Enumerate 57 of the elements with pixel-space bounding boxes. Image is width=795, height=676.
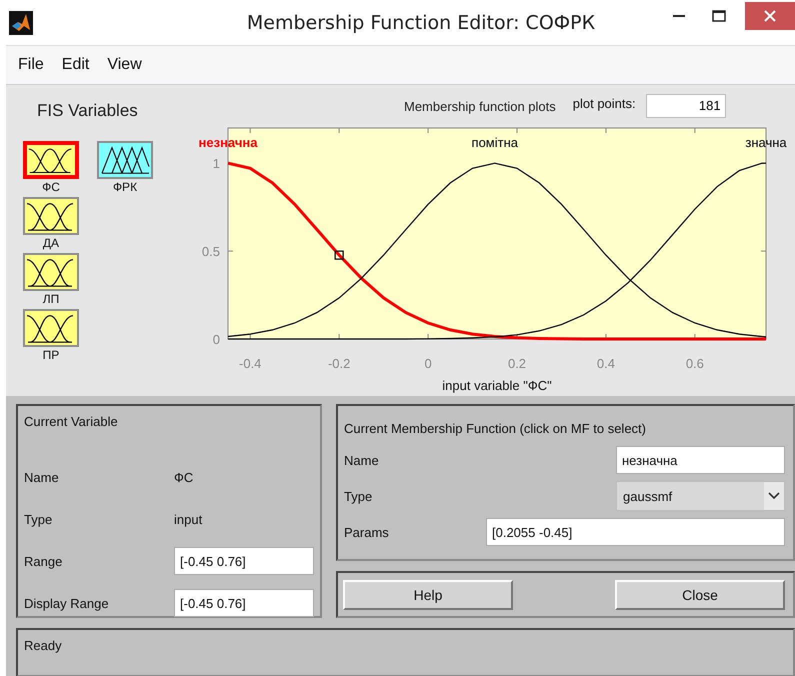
field-label: Type bbox=[344, 488, 374, 504]
field-label: Name bbox=[24, 470, 60, 484]
x-tick-label: 0.4 bbox=[596, 356, 615, 371]
y-tick-label: 1 bbox=[212, 156, 220, 172]
menu-item[interactable]: File bbox=[18, 56, 44, 74]
variable-label: ФС bbox=[42, 179, 60, 195]
menu-item[interactable]: View bbox=[107, 56, 142, 74]
membership-function-icon[interactable] bbox=[23, 197, 79, 235]
membership-function-icon[interactable] bbox=[97, 141, 153, 179]
variable-type: input bbox=[174, 512, 204, 526]
curve-label: незначна bbox=[198, 135, 258, 150]
minimize-icon bbox=[673, 14, 685, 18]
maximize-icon bbox=[712, 10, 726, 22]
x-tick-label: 0.6 bbox=[686, 356, 704, 371]
variable-name: ФС bbox=[174, 470, 194, 484]
variable-label: ФРК bbox=[112, 179, 138, 195]
x-axis-label: input variable "ФС" bbox=[442, 378, 552, 393]
membership-function-icon[interactable] bbox=[23, 309, 79, 347]
app-logo-icon bbox=[9, 10, 33, 34]
dialog-button[interactable]: Help bbox=[343, 580, 513, 610]
close-button[interactable] bbox=[745, 2, 795, 30]
window-title: Membership Function Editor: СОФРК bbox=[246, 12, 596, 34]
plot-points-field[interactable]: 181 bbox=[646, 94, 726, 118]
membership-function-icon[interactable] bbox=[23, 141, 79, 179]
field-label: Type bbox=[24, 512, 54, 526]
plot-points-label: plot points: bbox=[572, 96, 636, 110]
field-label: Range bbox=[24, 554, 64, 568]
mf-name-field[interactable]: незначна bbox=[616, 446, 785, 474]
x-tick-label: 0.2 bbox=[508, 356, 526, 371]
variable-label: ДА bbox=[42, 235, 60, 251]
dialog-button[interactable]: Close bbox=[615, 580, 785, 610]
panel-title: Current Variable bbox=[24, 414, 119, 429]
y-tick-label: 0.5 bbox=[202, 244, 220, 260]
curve-label: помітна bbox=[472, 135, 518, 150]
curve-label: значна bbox=[745, 135, 787, 150]
field-label: Name bbox=[344, 452, 380, 468]
mf-type-dropdown[interactable]: gaussmf bbox=[616, 481, 785, 511]
selection-handle[interactable] bbox=[334, 250, 344, 260]
x-tick-label: -0.4 bbox=[239, 356, 262, 371]
fis-variables-title: FIS Variables bbox=[37, 101, 139, 121]
x-tick-label: -0.2 bbox=[328, 356, 350, 371]
field-label: Display Range bbox=[24, 596, 110, 610]
display-range-field[interactable]: [-0.45 0.76] bbox=[174, 589, 314, 617]
status-text: Ready bbox=[24, 638, 62, 653]
chevron-down-icon bbox=[768, 492, 780, 500]
plot-title: Membership function plots bbox=[404, 98, 556, 114]
panel-title: Current Membership Function (click on MF to select) bbox=[344, 420, 647, 436]
close-icon bbox=[764, 10, 776, 22]
range-field[interactable]: [-0.45 0.76] bbox=[174, 547, 314, 575]
variable-label: ПР bbox=[42, 347, 60, 363]
field-label: Params bbox=[344, 524, 390, 540]
y-tick-label: 0 bbox=[212, 332, 220, 347]
membership-function-icon[interactable] bbox=[23, 253, 79, 291]
params-field[interactable]: [0.2055 -0.45] bbox=[486, 518, 785, 546]
menu-item[interactable]: Edit bbox=[62, 56, 90, 74]
variable-label: ЛП bbox=[42, 291, 60, 307]
x-tick-label: 0 bbox=[424, 356, 432, 371]
